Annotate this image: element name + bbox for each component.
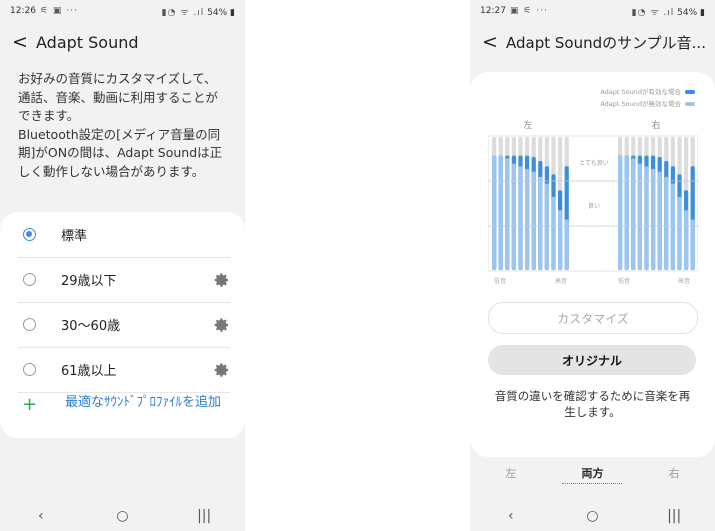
back-button[interactable]: < xyxy=(12,32,36,52)
gear-icon[interactable] xyxy=(214,272,230,288)
tab-right[interactable]: 右 xyxy=(644,465,704,484)
description-text: お好みの音質にカスタマイズして、通話、音楽、動画に利用することができます。 Blu… xyxy=(0,62,245,181)
radio-standard[interactable] xyxy=(23,228,36,241)
nav-home-icon[interactable]: ○ xyxy=(102,508,142,524)
radio-over-61[interactable] xyxy=(23,363,36,376)
sound-chart: 左 右 とても良い 良い 低音 高音 低音 高音 xyxy=(487,119,699,294)
status-time: 12:27 xyxy=(480,6,506,16)
option-over-61[interactable]: 61歳以上 xyxy=(18,347,230,393)
legend-swatch xyxy=(685,90,695,94)
nav-recent-icon[interactable]: ||| xyxy=(654,508,694,524)
bar-disabled xyxy=(558,210,563,270)
sample-description: 音質の違いを確認するために音楽を再生します。 xyxy=(494,389,691,419)
signal-icons: ▮◔ ᯤ .ıl xyxy=(631,7,675,18)
customize-button[interactable]: カスタマイズ xyxy=(488,302,698,334)
right-low-label: 低音 xyxy=(618,277,630,285)
navigation-bar: ‹ ○ ||| xyxy=(0,501,245,531)
bar-disabled xyxy=(544,183,549,270)
notification-icons: ▣ ⚟ ··· xyxy=(509,6,548,16)
level-label-good: 良い xyxy=(588,202,600,210)
notification-icons: ⚟ ▣ ··· xyxy=(39,6,78,16)
bar-disabled xyxy=(492,155,497,270)
page-title: Adapt Sound xyxy=(36,32,139,52)
app-bar: < Adapt Soundのサンプル音... xyxy=(470,22,715,62)
chart-right-label: 右 xyxy=(651,120,660,131)
bar-disabled xyxy=(631,158,636,270)
signal-icons: ▮◔ ᯤ .ıl xyxy=(161,7,205,18)
chart-left-label: 左 xyxy=(523,120,532,131)
bar-disabled xyxy=(690,219,695,270)
left-low-label: 低音 xyxy=(494,277,506,285)
sample-sound-screen: 12:27 ▣ ⚟ ··· ▮◔ ᯤ .ıl 54% ▮ < Adapt Soun… xyxy=(470,0,715,531)
plus-icon: + xyxy=(22,394,38,415)
legend-swatch xyxy=(685,102,695,106)
original-button[interactable]: オリジナル xyxy=(488,345,696,375)
option-standard[interactable]: 標準 xyxy=(18,212,230,258)
right-high-label: 高音 xyxy=(678,277,690,285)
nav-back-icon[interactable]: ‹ xyxy=(491,508,531,524)
tab-both[interactable]: 両方 xyxy=(562,465,623,484)
page-title: Adapt Soundのサンプル音... xyxy=(506,33,706,52)
nav-recent-icon[interactable]: ||| xyxy=(184,508,224,524)
bar-disabled xyxy=(564,219,569,270)
adapt-sound-screen: 12:26 ⚟ ▣ ··· ▮◔ ᯤ .ıl 54% ▮ < Adapt Soun… xyxy=(0,0,245,531)
bar-disabled xyxy=(538,176,543,270)
legend-item-enabled: Adapt Soundが有効な場合 xyxy=(600,86,695,98)
battery-icon: ▮ xyxy=(697,7,705,18)
bar-disabled xyxy=(624,155,629,270)
bar-disabled xyxy=(525,168,530,270)
bar-disabled xyxy=(618,155,623,270)
bar-disabled xyxy=(664,176,669,270)
gear-icon[interactable] xyxy=(214,362,230,378)
eq-chart-svg: 左 右 とても良い 良い 低音 高音 低音 高音 xyxy=(487,119,699,285)
back-button[interactable]: < xyxy=(482,32,506,52)
option-label: 29歳以下 xyxy=(61,274,117,289)
option-30-60[interactable]: 30〜60歳 xyxy=(18,302,230,348)
bar-disabled xyxy=(498,155,503,270)
bar-disabled xyxy=(677,196,682,270)
radio-under-29[interactable] xyxy=(23,273,36,286)
tab-left[interactable]: 左 xyxy=(481,465,541,484)
bar-disabled xyxy=(511,163,516,270)
status-bar: 12:26 ⚟ ▣ ··· ▮◔ ᯤ .ıl 54% ▮ xyxy=(0,0,245,22)
description-line: Bluetooth設定の[メディア音量の同期]がONの間は、Adapt Soun… xyxy=(18,126,223,179)
sample-card: Adapt Soundが有効な場合 Adapt Soundが無効な場合 左 右 … xyxy=(470,72,715,457)
bar-disabled xyxy=(657,171,662,270)
bar-disabled xyxy=(670,183,675,270)
option-under-29[interactable]: 29歳以下 xyxy=(18,257,230,303)
battery-level: 54% xyxy=(207,7,228,18)
option-label: 30〜60歳 xyxy=(61,319,121,334)
option-label: 61歳以上 xyxy=(61,364,117,379)
sound-options-card: 標準 29歳以下 30〜60歳 61歳以上 + 最適なｻｳﾝﾄﾞﾌﾟﾛﾌｧｲﾙを… xyxy=(0,212,245,438)
legend-item-disabled: Adapt Soundが無効な場合 xyxy=(600,98,695,110)
nav-back-icon[interactable]: ‹ xyxy=(21,508,61,524)
app-bar: < Adapt Sound xyxy=(0,22,245,62)
bar-disabled xyxy=(518,166,523,270)
description-line: お好みの音質にカスタマイズして、通話、音楽、動画に利用することができます。 xyxy=(18,71,219,123)
navigation-bar: ‹ ○ ||| xyxy=(470,501,715,531)
bar-disabled xyxy=(531,171,536,270)
battery-level: 54% xyxy=(677,7,698,18)
bar-disabled xyxy=(505,158,510,270)
status-time: 12:26 xyxy=(10,6,36,16)
level-label-very-good: とても良い xyxy=(579,159,609,167)
left-high-label: 高音 xyxy=(555,277,567,285)
channel-tabs: 左 両方 右 xyxy=(470,465,715,484)
radio-30-60[interactable] xyxy=(23,318,36,331)
status-bar: 12:27 ▣ ⚟ ··· ▮◔ ᯤ .ıl 54% ▮ xyxy=(470,0,715,22)
chart-legend: Adapt Soundが有効な場合 Adapt Soundが無効な場合 xyxy=(600,86,695,110)
add-profile-button[interactable]: + 最適なｻｳﾝﾄﾞﾌﾟﾛﾌｧｲﾙを追加 xyxy=(18,394,230,416)
bar-disabled xyxy=(551,196,556,270)
bar-disabled xyxy=(644,166,649,270)
nav-home-icon[interactable]: ○ xyxy=(572,508,612,524)
option-label: 標準 xyxy=(61,229,88,244)
bar-disabled xyxy=(651,168,656,270)
bar-disabled xyxy=(684,210,689,270)
add-profile-label: 最適なｻｳﾝﾄﾞﾌﾟﾛﾌｧｲﾙを追加 xyxy=(65,395,222,410)
gear-icon[interactable] xyxy=(214,317,230,333)
bar-disabled xyxy=(637,163,642,270)
battery-icon: ▮ xyxy=(227,7,235,18)
